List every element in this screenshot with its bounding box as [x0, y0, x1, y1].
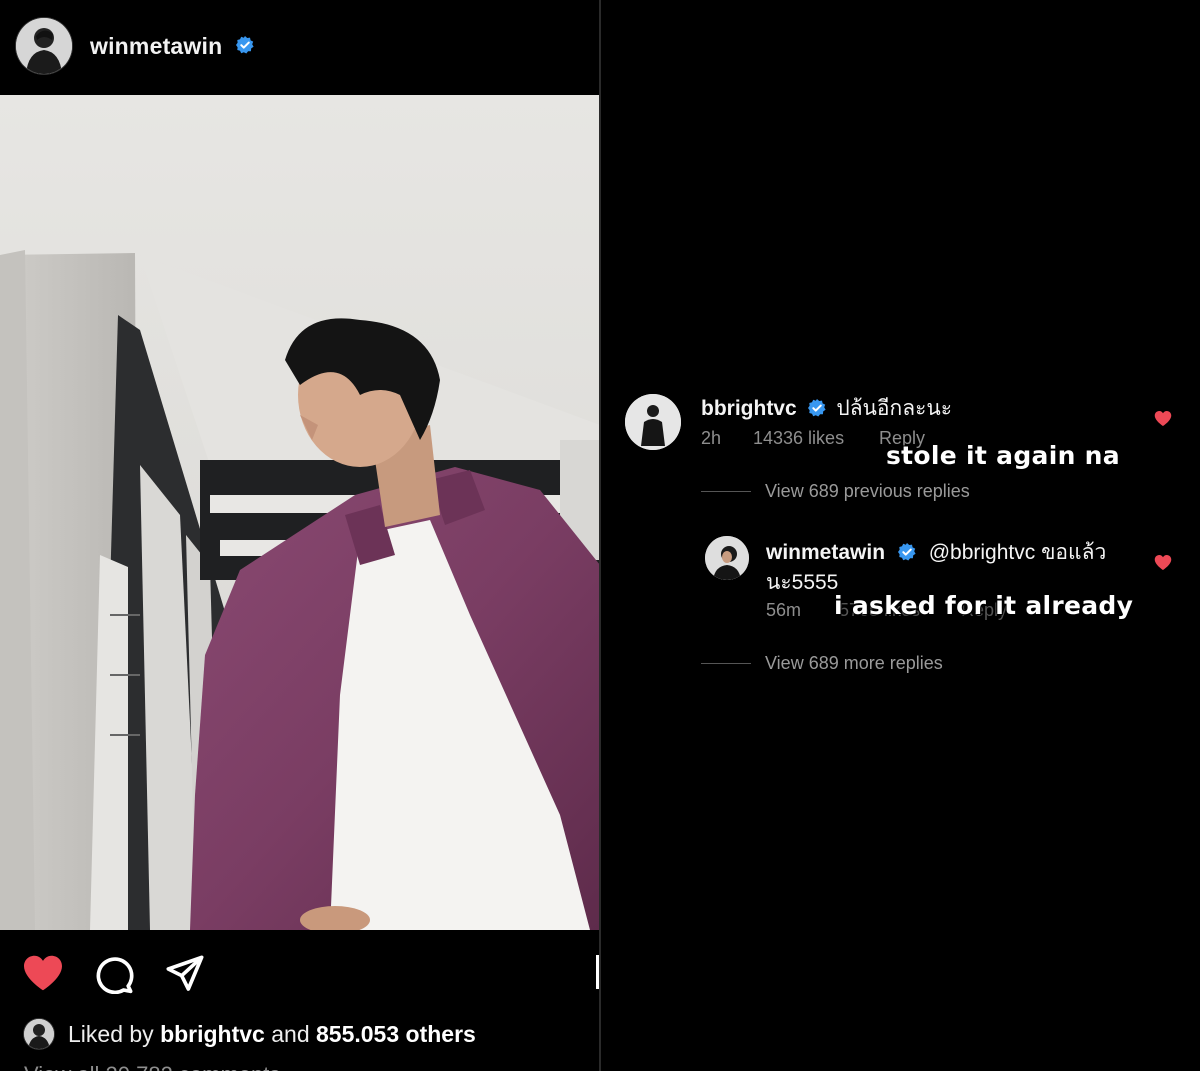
comment-username[interactable]: bbrightvc — [701, 397, 797, 420]
comment-body: bbrightvc ปล้นอีกละนะ — [701, 392, 952, 425]
comment-likes[interactable]: 14336 likes — [753, 428, 844, 449]
liked-by-user[interactable]: bbrightvc — [160, 1021, 265, 1048]
comment-like-heart-icon[interactable] — [1154, 410, 1172, 432]
view-more-replies-link[interactable]: View 689 more replies — [701, 653, 943, 674]
verified-icon — [807, 399, 826, 417]
post-header: winmetawin — [0, 0, 600, 95]
likes-summary: Liked by bbrightvc and 855.053 others — [24, 1016, 476, 1052]
reply-like-heart-icon[interactable] — [1154, 554, 1172, 576]
reply-avatar[interactable] — [705, 536, 749, 580]
post-actions — [0, 940, 600, 1010]
liked-by-connector: and — [271, 1020, 310, 1047]
avatar[interactable] — [16, 18, 72, 74]
post-username[interactable]: winmetawin — [90, 33, 255, 61]
reply-text: @bbrightvc ขอแล้ว — [928, 541, 1107, 564]
share-icon[interactable] — [164, 954, 206, 999]
username-text[interactable]: winmetawin — [90, 33, 222, 59]
replies-line — [701, 491, 751, 492]
liked-by-prefix: Liked by — [68, 1020, 154, 1047]
comment-time: 2h — [701, 428, 722, 448]
view-more-replies-text[interactable]: View 689 more replies — [765, 653, 943, 674]
reply-body: winmetawin @bbrightvc ขอแล้ว — [766, 536, 1106, 569]
liked-by-count[interactable]: 855.053 others — [316, 1021, 476, 1048]
reply-username[interactable]: winmetawin — [766, 541, 885, 564]
reply-text-line2: นะ5555 — [766, 571, 839, 594]
replies-line — [701, 663, 751, 664]
heart-icon[interactable] — [22, 954, 64, 997]
translation-caption: stole it again na — [886, 441, 1120, 470]
comment-avatar[interactable] — [625, 394, 681, 450]
liker-avatar[interactable] — [24, 1019, 54, 1049]
view-replies-link[interactable]: View 689 previous replies — [701, 481, 970, 502]
view-all-comments-link[interactable]: View all 20,782 comments — [24, 1062, 280, 1071]
post-photo[interactable] — [0, 95, 600, 930]
post-panel: winmetawin Liked by bbrightvc and 855.05… — [0, 0, 600, 1071]
comments-panel: bbrightvc ปล้นอีกละนะ 2h 14336 likes Rep… — [601, 0, 1200, 1071]
comment-text: ปล้นอีกละนะ — [836, 397, 953, 420]
comment-icon[interactable] — [94, 954, 134, 999]
reply-time: 56m — [766, 600, 802, 620]
verified-icon — [897, 543, 916, 561]
view-replies-text[interactable]: View 689 previous replies — [765, 481, 970, 502]
verified-icon — [229, 34, 255, 61]
translation-caption: i asked for it already — [834, 591, 1134, 620]
